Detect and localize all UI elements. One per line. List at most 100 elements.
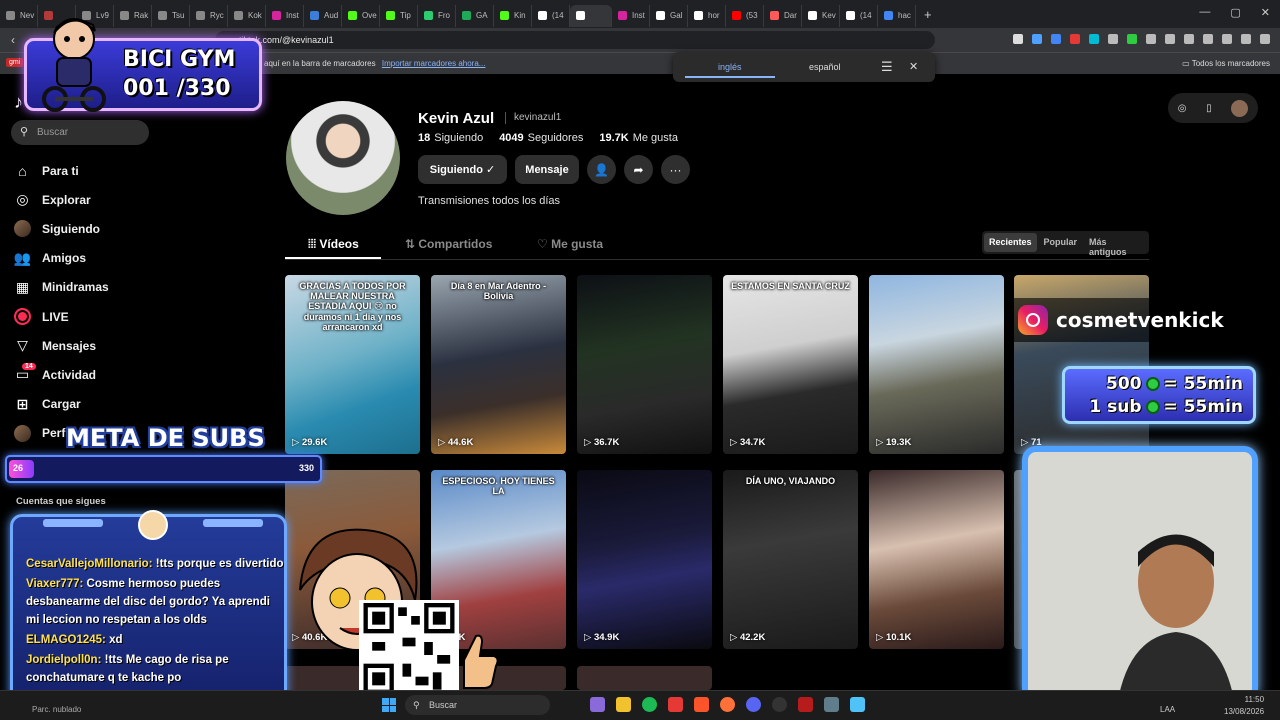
tab-shared[interactable]: ⇅ Compartidos: [405, 237, 492, 251]
extension-icon[interactable]: [1260, 34, 1270, 44]
more-options-icon[interactable]: ···: [661, 155, 690, 184]
browser-tab[interactable]: Tsu: [152, 4, 190, 27]
device-icon[interactable]: ▯: [1206, 103, 1212, 114]
profile-avatar[interactable]: [286, 101, 400, 215]
followers-stat[interactable]: 4049 Seguidores: [499, 132, 583, 144]
tab-videos[interactable]: ⦙⦙⦙ Vídeos: [308, 237, 359, 252]
browser-tab[interactable]: Ove: [342, 4, 380, 27]
sidebar-item-amigos[interactable]: 👥 Amigos: [14, 244, 164, 273]
extension-icon[interactable]: [1013, 34, 1023, 44]
app-icon[interactable]: [668, 697, 683, 712]
video-card[interactable]: DÍA UNO, VIAJANDO ▷ 42.2K: [723, 470, 858, 649]
sidebar-item-cargar[interactable]: ⊞ Cargar: [14, 390, 164, 419]
browser-tab[interactable]: Aud: [304, 4, 342, 27]
browser-tab[interactable]: Inst: [612, 4, 650, 27]
message-button[interactable]: Mensaje: [515, 155, 579, 184]
following-button[interactable]: Siguiendo ✓: [418, 155, 507, 184]
all-bookmarks-button[interactable]: ▭ Todos los marcadores: [1182, 59, 1270, 68]
video-card[interactable]: [577, 666, 712, 690]
video-card[interactable]: GRACIAS A TODOS POR MALEAR NUESTRA ESTAD…: [285, 275, 420, 454]
close-icon[interactable]: ✕: [1261, 6, 1270, 19]
minimize-icon[interactable]: —: [1199, 6, 1210, 19]
translate-lang-english[interactable]: inglés: [718, 62, 742, 72]
calculator-icon[interactable]: [824, 697, 839, 712]
bookmark-item[interactable]: gmi: [6, 58, 24, 67]
extension-icon[interactable]: [1222, 34, 1232, 44]
sidebar-item-minidramas[interactable]: ▦ Minidramas: [14, 273, 164, 302]
tab-likes[interactable]: ♡ Me gusta: [537, 237, 603, 251]
sidebar-item-live[interactable]: LIVE: [14, 302, 164, 331]
menu-icon[interactable]: ☰: [881, 59, 893, 75]
app-icon[interactable]: [850, 697, 865, 712]
sidebar-item-explorar[interactable]: ◎ Explorar: [14, 185, 164, 214]
video-card[interactable]: ▷ 34.9K: [577, 470, 712, 649]
extension-icon[interactable]: [1203, 34, 1213, 44]
app-icon[interactable]: [798, 697, 813, 712]
video-card[interactable]: Día 8 en Mar Adentro - Bolivia ▷ 44.6K: [431, 275, 566, 454]
sidebar-item-para-ti[interactable]: ⌂ Para ti: [14, 156, 164, 185]
folder-icon[interactable]: [616, 697, 631, 712]
extension-icon[interactable]: [1089, 34, 1099, 44]
add-friend-icon[interactable]: 👤: [587, 155, 616, 184]
extension-icon[interactable]: [1146, 34, 1156, 44]
browser-tab[interactable]: Ryc: [190, 4, 228, 27]
sidebar-item-siguiendo[interactable]: Siguiendo: [14, 214, 164, 243]
brave-icon[interactable]: [694, 697, 709, 712]
coins-icon[interactable]: ◎: [1178, 103, 1187, 114]
extension-icon[interactable]: [1241, 34, 1251, 44]
browser-tab[interactable]: Fro: [418, 4, 456, 27]
browser-tab[interactable]: (14: [532, 4, 570, 27]
browser-tab[interactable]: (53: [726, 4, 764, 27]
video-card[interactable]: ▷ 36.7K: [577, 275, 712, 454]
browser-tab[interactable]: GA: [456, 4, 494, 27]
extension-icon[interactable]: [1127, 34, 1137, 44]
browser-tab[interactable]: Tip: [380, 4, 418, 27]
import-bookmarks-link[interactable]: Importar marcadores ahora...: [382, 59, 486, 68]
extension-icon[interactable]: [1032, 34, 1042, 44]
taskbar-search-input[interactable]: ⚲ Buscar: [405, 695, 550, 715]
extension-icon[interactable]: [1070, 34, 1080, 44]
discord-icon[interactable]: [746, 697, 761, 712]
following-stat[interactable]: 18 Siguiendo: [418, 132, 483, 144]
sidebar-item-actividad[interactable]: ▭ 14 Actividad: [14, 360, 164, 389]
browser-tab[interactable]: Kok: [228, 4, 266, 27]
browser-tab[interactable]: Kev: [802, 4, 840, 27]
extension-icon[interactable]: [1184, 34, 1194, 44]
back-icon[interactable]: ‹: [4, 33, 22, 47]
user-avatar[interactable]: [1231, 99, 1249, 117]
spotify-icon[interactable]: [642, 697, 657, 712]
translate-lang-spanish[interactable]: español: [809, 62, 841, 72]
new-tab-button[interactable]: +: [916, 7, 940, 22]
maximize-icon[interactable]: ▢: [1230, 6, 1240, 19]
url-input[interactable]: tiktok.com/@kevinazul1: [215, 31, 935, 49]
browser-tab[interactable]: Dar: [764, 4, 802, 27]
video-card[interactable]: ▷ 19.3K: [869, 275, 1004, 454]
browser-tab[interactable]: Gal: [650, 4, 688, 27]
sidebar-item-mensajes[interactable]: ▽ Mensajes: [14, 331, 164, 360]
windows-start-icon[interactable]: [382, 698, 396, 712]
sort-recent[interactable]: Recientes: [984, 233, 1037, 252]
app-icon[interactable]: [590, 697, 605, 712]
search-input[interactable]: ⚲ Buscar: [11, 120, 149, 145]
video-card[interactable]: ESTAMOS EN SANTA CRUZ ▷ 34.7K: [723, 275, 858, 454]
close-icon[interactable]: ✕: [909, 60, 918, 73]
input-language[interactable]: LAA: [1160, 705, 1175, 714]
firefox-icon[interactable]: [720, 697, 735, 712]
browser-tab[interactable]: Kin: [494, 4, 532, 27]
extension-icon[interactable]: [1165, 34, 1175, 44]
browser-tab[interactable]: (14: [840, 4, 878, 27]
video-card[interactable]: ▷ 10.1K: [869, 470, 1004, 649]
extension-icon[interactable]: [1108, 34, 1118, 44]
browser-tab[interactable]: [570, 4, 612, 27]
sort-oldest[interactable]: Más antiguos: [1084, 233, 1147, 257]
system-clock[interactable]: 11:50 13/08/2026: [1224, 694, 1264, 718]
sort-popular[interactable]: Popular: [1039, 233, 1083, 252]
browser-tab[interactable]: Inst: [266, 4, 304, 27]
extension-icon[interactable]: [1051, 34, 1061, 44]
browser-tab[interactable]: Nev: [0, 4, 38, 27]
browser-tab[interactable]: hac: [878, 4, 916, 27]
share-icon[interactable]: ➦: [624, 155, 653, 184]
obs-icon[interactable]: [772, 697, 787, 712]
browser-tab[interactable]: hor: [688, 4, 726, 27]
browser-tab[interactable]: Rak: [114, 4, 152, 27]
